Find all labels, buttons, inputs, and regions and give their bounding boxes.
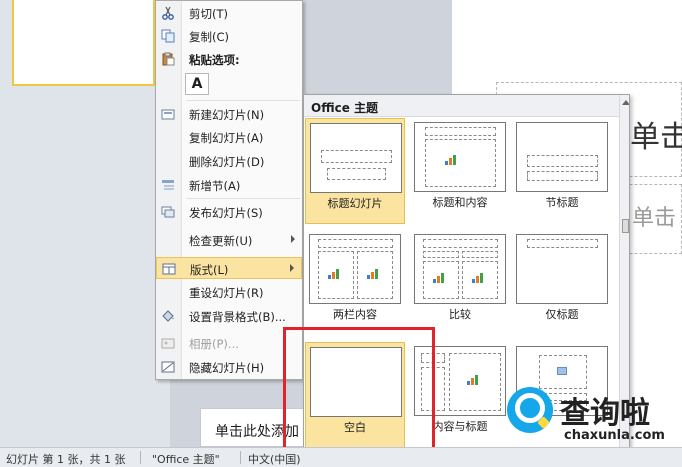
menu-item-reset-slide[interactable]: 重设幻灯片(R): [156, 281, 302, 303]
layout-label: 节标题: [545, 196, 579, 209]
layout-thumbnail: [516, 122, 608, 192]
menu-item-add-section[interactable]: 新增节(A): [156, 174, 302, 196]
hide-slide-icon: [161, 360, 175, 374]
menu-item-new-slide[interactable]: 新建幻灯片(N): [156, 103, 302, 125]
content-icons: [445, 155, 459, 165]
menu-separator: [186, 198, 300, 199]
menu-item-publish-slides[interactable]: 发布幻灯片(S): [156, 201, 302, 223]
menu-item-label: 发布幻灯片(S): [189, 206, 263, 220]
submenu-arrow-icon: [290, 264, 294, 272]
content-icons: [467, 375, 481, 385]
content-icons: [328, 269, 342, 279]
menu-item-delete-slide[interactable]: 删除幻灯片(D): [156, 150, 302, 172]
paste-keep-text-only-button[interactable]: A: [185, 73, 209, 95]
slide-count-status: 幻灯片 第 1 张，共 1 张: [6, 453, 126, 466]
menu-item-label: 新建幻灯片(N): [189, 108, 265, 122]
layout-thumbnail: [414, 122, 506, 192]
layout-label: 仅标题: [545, 308, 579, 321]
paint-bucket-icon: [161, 309, 175, 323]
photo-album-icon: [161, 336, 175, 350]
content-icons: [472, 273, 486, 283]
subtitle-placeholder-text: 单击: [632, 206, 677, 231]
clipboard-icon: [161, 52, 175, 66]
scissors-icon: [161, 6, 175, 20]
menu-item-label: 新增节(A): [189, 179, 241, 193]
menu-item-check-updates[interactable]: 检查更新(U): [156, 229, 302, 251]
menu-item-label: 重设幻灯片(R): [189, 286, 264, 300]
layout-icon: [162, 262, 176, 276]
menu-item-label: 删除幻灯片(D): [189, 155, 265, 169]
copy-icon: [161, 29, 175, 43]
layout-label: 标题和内容: [432, 196, 488, 209]
layout-two-content[interactable]: 两栏内容: [305, 230, 405, 336]
menu-item-label: 剪切(T): [189, 7, 228, 21]
watermark-text: 查询啦: [560, 396, 650, 431]
status-bar: 幻灯片 第 1 张，共 1 张 "Office 主题" 中文(中国): [0, 447, 682, 467]
layout-section-header[interactable]: 节标题: [512, 118, 612, 224]
layout-title-and-content[interactable]: 标题和内容: [410, 118, 510, 224]
scroll-up-icon[interactable]: [622, 100, 629, 105]
menu-item-hide-slide[interactable]: 隐藏幻灯片(H): [156, 356, 302, 378]
menu-item-format-background[interactable]: 设置背景格式(B)...: [156, 305, 302, 327]
status-separator: [140, 451, 141, 464]
menu-item-label: 相册(P)...: [189, 337, 239, 351]
content-icons: [433, 273, 447, 283]
language-status[interactable]: 中文(中国): [248, 451, 301, 467]
watermark-url: chaxunla.com: [564, 428, 665, 443]
layout-thumbnail: [516, 234, 608, 304]
status-separator: [240, 451, 241, 464]
layout-title-slide[interactable]: 标题幻灯片: [305, 118, 405, 224]
layout-title-only[interactable]: 仅标题: [512, 230, 612, 336]
highlight-annotation-box: [283, 327, 435, 453]
layout-thumbnail: [309, 234, 401, 304]
menu-item-paste-options: 粘贴选项:: [156, 48, 302, 70]
menu-item-cut[interactable]: 剪切(T): [156, 2, 302, 24]
submenu-arrow-icon: [291, 235, 295, 243]
menu-separator: [186, 100, 300, 101]
context-menu: 剪切(T) 复制(C) 粘贴选项: A 新建幻灯片(N) 复制幻灯片(A) 删除…: [155, 0, 303, 380]
menu-item-label: 检查更新(U): [189, 234, 253, 248]
scroll-thumb[interactable]: [622, 219, 629, 233]
menu-item-label: 隐藏幻灯片(H): [189, 361, 265, 375]
title-placeholder-text: 单击: [630, 120, 682, 155]
layout-thumbnail: [414, 234, 506, 304]
theme-status[interactable]: "Office 主题": [152, 451, 220, 467]
menu-item-label: 复制(C): [189, 30, 230, 44]
menu-item-photo-album: 相册(P)...: [156, 332, 302, 354]
menu-item-layout[interactable]: 版式(L): [156, 257, 302, 279]
slide-thumbnail-1[interactable]: [12, 0, 155, 86]
menu-item-copy[interactable]: 复制(C): [156, 25, 302, 47]
layout-label: 两栏内容: [333, 308, 377, 321]
content-icons: [367, 269, 381, 279]
layout-thumbnail: [310, 123, 402, 193]
section-icon: [161, 178, 175, 192]
gallery-title: Office 主题: [311, 101, 379, 115]
menu-item-label: 设置背景格式(B)...: [189, 310, 286, 324]
menu-item-duplicate-slide[interactable]: 复制幻灯片(A): [156, 126, 302, 148]
picture-icon: [557, 367, 567, 375]
layout-label: 比较: [449, 308, 471, 321]
menu-item-label: 版式(L): [190, 263, 229, 277]
new-slide-icon: [161, 107, 175, 121]
menu-item-label: 粘贴选项:: [189, 53, 240, 67]
layout-label: 标题幻灯片: [327, 197, 383, 210]
publish-icon: [161, 205, 175, 219]
menu-item-label: 复制幻灯片(A): [189, 131, 264, 145]
layout-comparison[interactable]: 比较: [410, 230, 510, 336]
gallery-header: Office 主题: [304, 95, 619, 117]
